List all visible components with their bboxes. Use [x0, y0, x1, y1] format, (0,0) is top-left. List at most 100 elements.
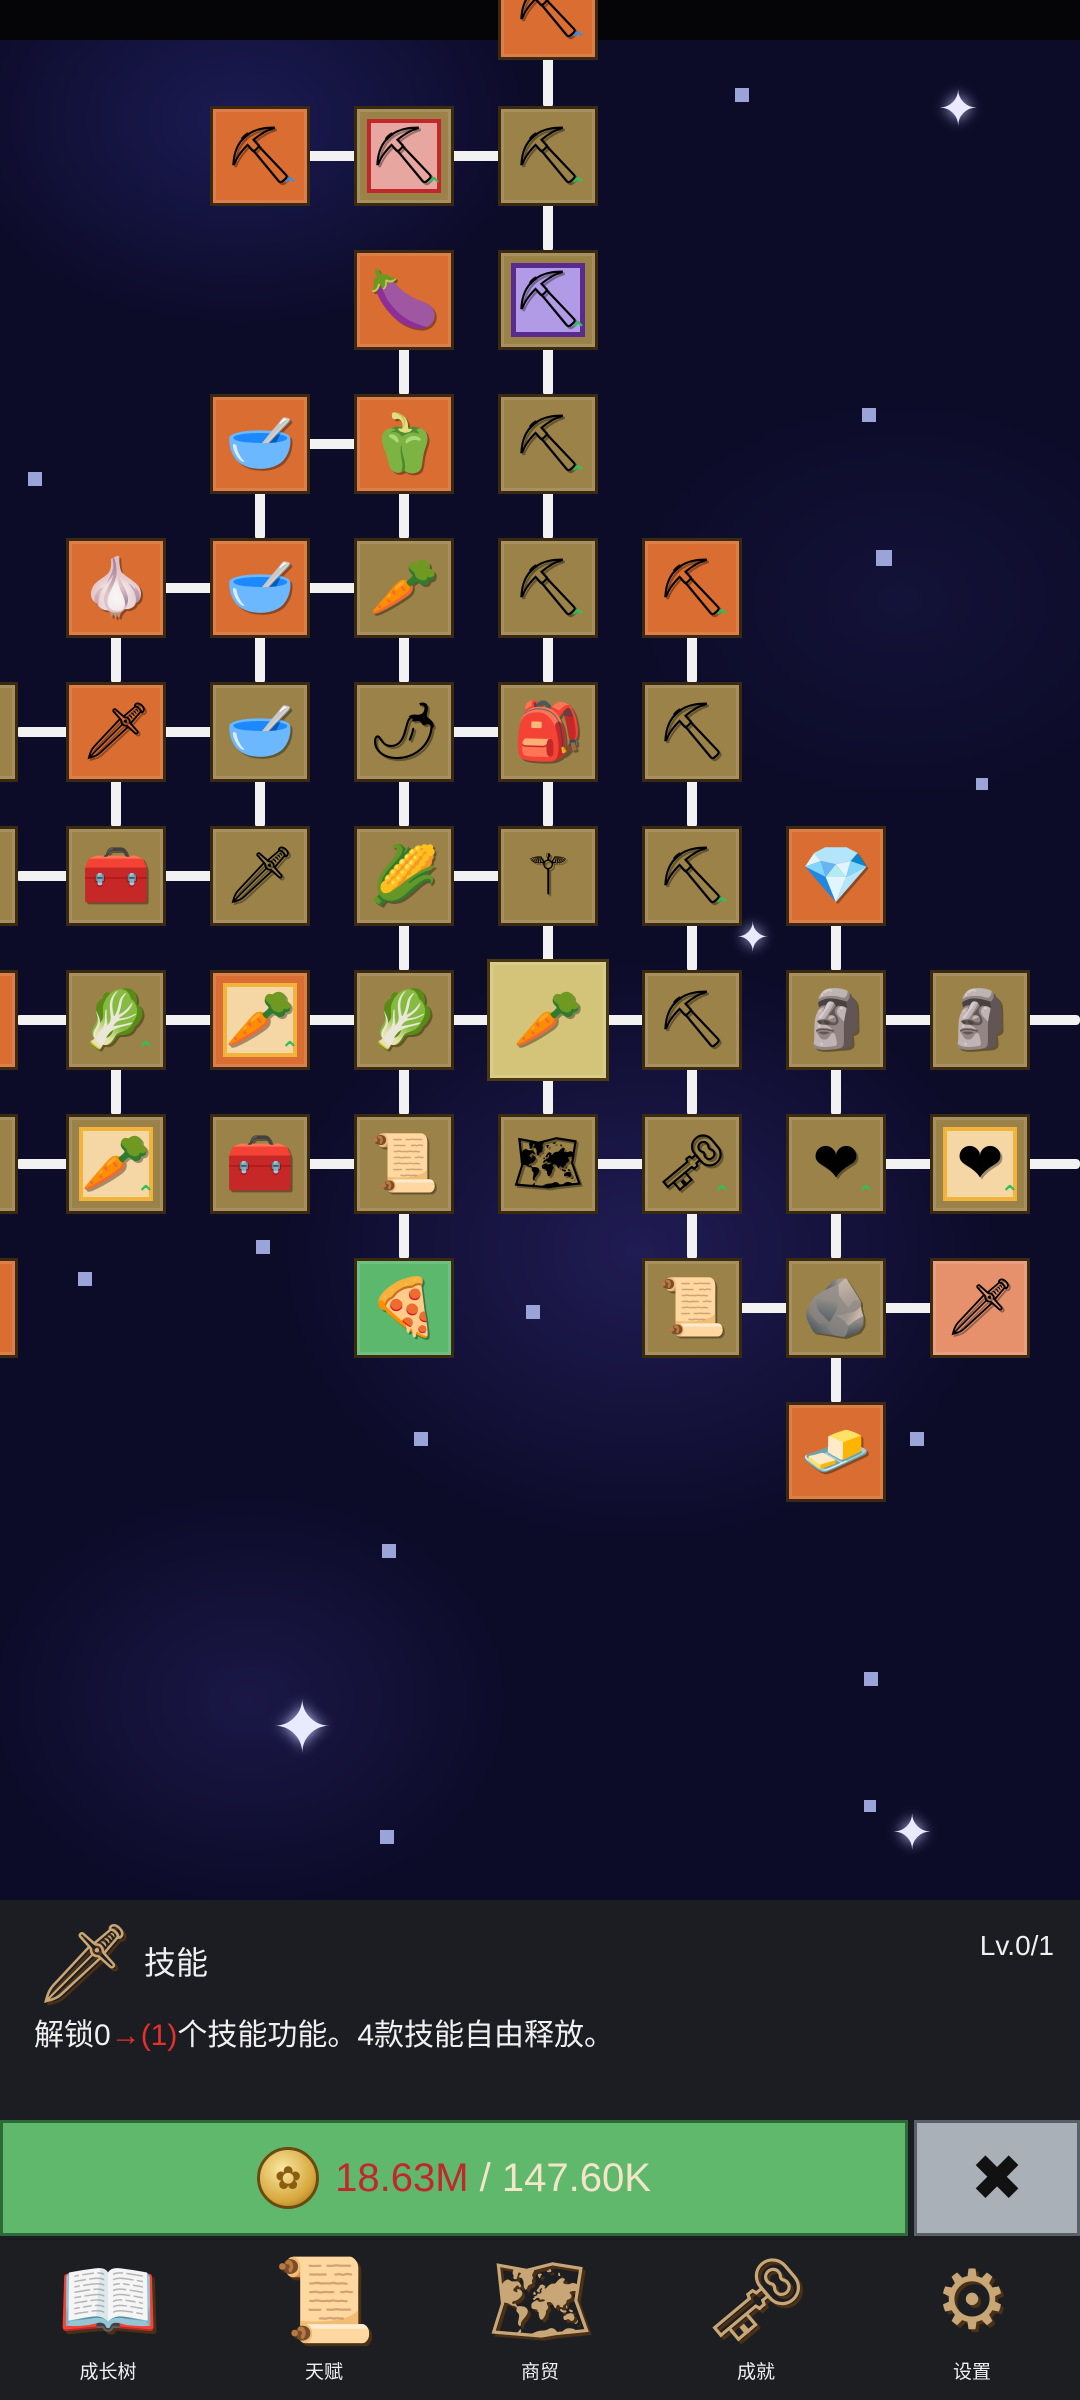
sword-node[interactable]: 🗡 — [66, 682, 166, 782]
crystal-icon: 💎 — [801, 843, 871, 908]
carrot-upgrade-node[interactable]: 🥕 ⌃ — [210, 970, 310, 1070]
skill-tree-canvas[interactable]: ✦ ✦ ✦ ✦ ⛏ ⌃ ⛏ ⌃ ⛏ ⌃ ⛏ ⌃ 🍆 ⛏ ⌃ 🥣 🫑 ⛏ ⌃ 🧄 … — [0, 0, 1080, 1900]
nav-trade[interactable]: 🗺 商贸 — [432, 2240, 648, 2400]
heart-node[interactable]: ❤ ⌃ — [786, 1114, 886, 1214]
connector — [831, 1350, 841, 1404]
scroll-icon: 📜 — [369, 1131, 439, 1196]
shovel-upgrade-node[interactable]: ⛏ ⌃ — [498, 394, 598, 494]
current-gold: 18.63M — [335, 2155, 469, 2200]
corn-node[interactable]: 🌽 — [354, 826, 454, 926]
connector — [399, 1206, 409, 1260]
bowl-node[interactable]: 🥣 — [210, 538, 310, 638]
pizza-node[interactable]: 🍕 — [354, 1258, 454, 1358]
connector — [304, 439, 358, 449]
connector — [1024, 1159, 1080, 1169]
close-button[interactable]: ✖ — [914, 2120, 1080, 2236]
connector — [399, 774, 409, 828]
corn-icon: 🌽 — [369, 843, 439, 908]
backpack-node[interactable]: 🎒 — [498, 682, 598, 782]
connector — [160, 871, 214, 881]
eggplant-node[interactable]: 🍆 — [354, 250, 454, 350]
crystal-node[interactable]: 💎 — [786, 826, 886, 926]
carrot-node-selected[interactable]: 🥕 — [487, 959, 609, 1081]
shovel-upgrade-node[interactable]: ⛏ ⌃ — [210, 106, 310, 206]
upgrade-arrow-icon: ⌃ — [424, 173, 443, 198]
bowl-icon: 🥣 — [225, 555, 295, 620]
connector — [111, 1062, 121, 1116]
pizza-icon: 🍕 — [369, 1275, 439, 1340]
nav-settings[interactable]: ⚙ 设置 — [864, 2240, 1080, 2400]
scroll-icon: 📜 — [657, 1275, 727, 1340]
upgrade-arrow-icon: ⌃ — [712, 605, 731, 630]
pickaxe-upgrade-node[interactable]: ⛏ — [642, 970, 742, 1070]
edge-node[interactable] — [0, 1258, 18, 1358]
key-node[interactable]: 🗝 ⌃ — [642, 1114, 742, 1214]
sword-icon: 🗡 — [224, 843, 296, 908]
connector — [304, 151, 358, 161]
sparkle-star: ✦ — [938, 83, 979, 136]
upgrade-arrow-icon: ⌃ — [712, 893, 731, 918]
bottom-navigation: 📖 成长树 📜 天赋 🗺 商贸 🗝 成就 ⚙ 设置 — [0, 2240, 1080, 2400]
connector — [255, 486, 265, 540]
connector — [399, 486, 409, 540]
pickaxe-upgrade-node[interactable]: ⛏ ⌃ — [642, 538, 742, 638]
shovel-upgrade-node[interactable]: ⛏ ⌃ — [354, 106, 454, 206]
connector — [687, 774, 697, 828]
radish-node[interactable]: 🥕 — [354, 538, 454, 638]
shovel-upgrade-node[interactable]: ⛏ ⌃ — [498, 250, 598, 350]
connector — [543, 198, 553, 252]
nav-label: 天赋 — [304, 2362, 343, 2383]
edge-node[interactable] — [0, 970, 18, 1070]
nav-talent[interactable]: 📜 天赋 — [216, 2240, 432, 2400]
statue-icon: 🗿 — [945, 987, 1015, 1052]
shovel-upgrade-node[interactable]: ⛏ ⌃ — [498, 0, 598, 60]
chest-icon: 🧰 — [81, 843, 151, 908]
shovel-upgrade-node[interactable]: ⛏ ⌃ — [498, 538, 598, 638]
cabbage-node[interactable]: 🥬 ⌃ — [66, 970, 166, 1070]
wand-node[interactable]: ⚚ — [498, 826, 598, 926]
shovel-upgrade-node[interactable]: ⛏ ⌃ — [498, 106, 598, 206]
star — [414, 1432, 428, 1446]
edge-node[interactable] — [0, 682, 18, 782]
skill-sword-node[interactable]: 🗡 — [930, 1258, 1030, 1358]
bowl-node[interactable]: 🥣 — [210, 394, 310, 494]
connector — [543, 486, 553, 540]
eggplant-icon: 🍆 — [369, 267, 439, 332]
nav-growth-tree[interactable]: 📖 成长树 — [0, 2240, 216, 2400]
sparkle-star: ✦ — [892, 1807, 933, 1860]
statue-node[interactable]: 🗿 — [930, 970, 1030, 1070]
scroll-node[interactable]: 📜 — [354, 1114, 454, 1214]
connector — [831, 1206, 841, 1260]
star — [910, 1432, 924, 1446]
chili-pepper-node[interactable]: 🌶 — [354, 682, 454, 782]
bowl-node[interactable]: 🥣 — [210, 682, 310, 782]
pickaxe-upgrade-node[interactable]: ⛏ ⌃ — [642, 826, 742, 926]
connector — [448, 727, 502, 737]
connector — [543, 774, 553, 828]
upgrade-cost-button[interactable]: ✿ 18.63M / 147.60K — [0, 2120, 908, 2236]
garlic-node[interactable]: 🧄 — [66, 538, 166, 638]
map-node[interactable]: 🗺 — [498, 1114, 598, 1214]
sword-node[interactable]: 🗡 — [210, 826, 310, 926]
connector — [736, 1303, 790, 1313]
heart-upgrade-node[interactable]: ❤ ⌃ — [930, 1114, 1030, 1214]
star — [382, 1544, 396, 1558]
statue-node[interactable]: 🗿 — [786, 970, 886, 1070]
cabbage-node[interactable]: 🥬 — [354, 970, 454, 1070]
fossil-stone-node[interactable]: 🪨 — [786, 1258, 886, 1358]
pickaxe-upgrade-node[interactable]: ⛏ — [642, 682, 742, 782]
gold-coin-icon: ✿ — [257, 2147, 320, 2209]
scroll-node[interactable]: 📜 — [642, 1258, 742, 1358]
carrot-upgrade-node[interactable]: 🥕 ⌃ — [66, 1114, 166, 1214]
edge-node[interactable] — [0, 826, 18, 926]
cabbage-icon: 🥬 — [369, 987, 439, 1052]
nav-achievement[interactable]: 🗝 成就 — [648, 2240, 864, 2400]
edge-node[interactable] — [0, 1114, 18, 1214]
chest-node[interactable]: 🧰 — [66, 826, 166, 926]
sword-icon: 🗡 — [944, 1275, 1016, 1340]
connector — [1024, 1015, 1080, 1025]
gold-bar-node[interactable]: 🧈 — [786, 1402, 886, 1502]
chest-node[interactable]: 🧰 — [210, 1114, 310, 1214]
bell-pepper-node[interactable]: 🫑 — [354, 394, 454, 494]
upgrade-arrow-icon: ⌃ — [280, 173, 299, 198]
